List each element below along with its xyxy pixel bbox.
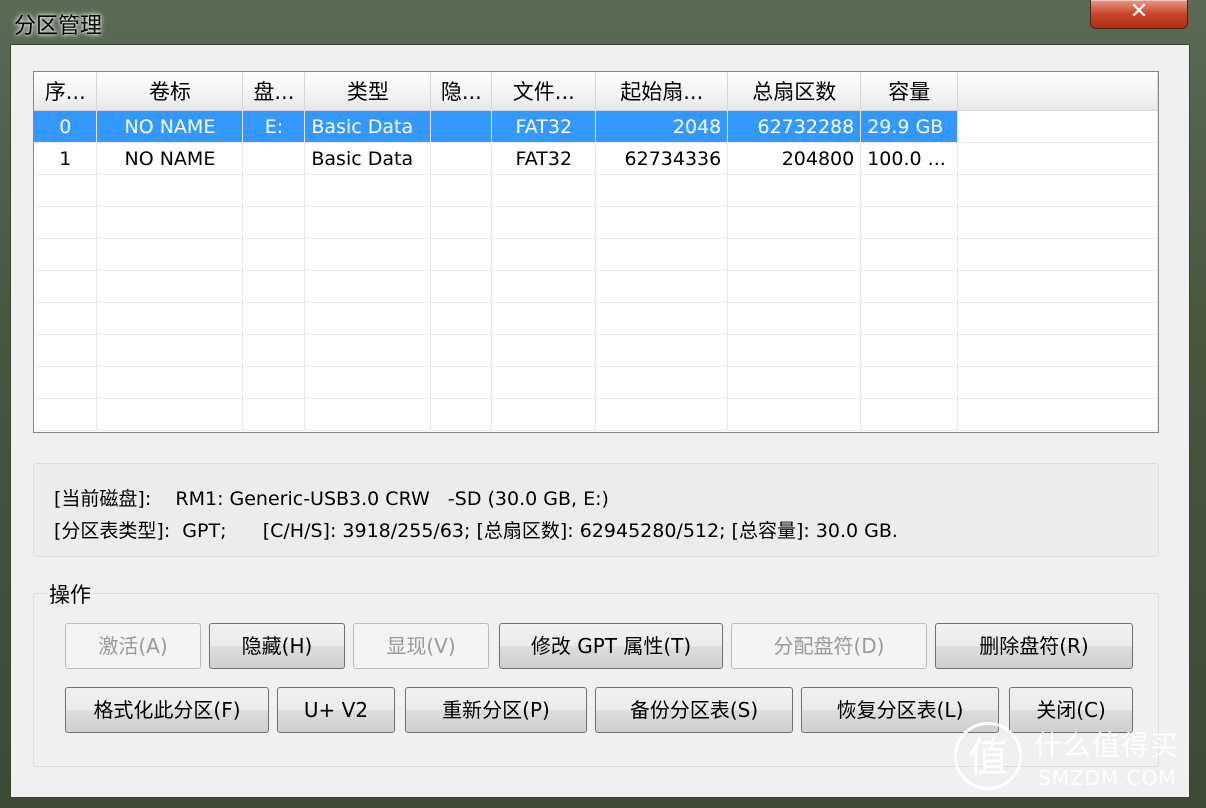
table-row-selected[interactable]: 0 NO NAME E: Basic Data FAT32 2048 62732… (34, 110, 1158, 143)
cell-total-sectors: 204800 (727, 142, 862, 175)
watermark-text: 什么值得买 (1034, 729, 1180, 762)
format-partition-button[interactable]: 格式化此分区(F) (65, 687, 269, 733)
cell-start-sector: 62734336 (595, 142, 729, 175)
actions-group-label: 操作 (47, 579, 93, 609)
empty-row (34, 206, 1158, 239)
empty-row (34, 366, 1158, 399)
repartition-button[interactable]: 重新分区(P) (405, 687, 587, 733)
modify-gpt-attributes-button[interactable]: 修改 GPT 属性(T) (499, 623, 723, 669)
close-window-button[interactable]: ✕ (1090, 0, 1188, 29)
empty-row (34, 334, 1158, 367)
assign-drive-letter-button: 分配盘符(D) (731, 623, 927, 669)
column-header-total-sectors[interactable]: 总扇区数 (727, 72, 862, 111)
cell-filler (957, 110, 1158, 143)
cell-total-sectors: 62732288 (727, 110, 862, 143)
column-header-filler (957, 72, 1158, 111)
cell-type: Basic Data (304, 142, 432, 175)
disk-info-panel: [当前磁盘]: RM1: Generic-USB3.0 CRW -SD (30.… (33, 463, 1159, 557)
table-header-row: 序... 卷标 盘... 类型 隐... 文件... 起始扇... 总扇区数 容… (34, 72, 1158, 111)
table-row[interactable]: 1 NO NAME Basic Data FAT32 62734336 2048… (34, 142, 1158, 175)
column-header-capacity[interactable]: 容量 (860, 72, 959, 111)
cell-drive (242, 142, 306, 175)
hide-button[interactable]: 隐藏(H) (209, 623, 345, 669)
show-button: 显现(V) (353, 623, 489, 669)
uplus-v2-button[interactable]: U+ V2 (277, 687, 395, 733)
empty-row (34, 238, 1158, 271)
column-header-drive[interactable]: 盘... (242, 72, 306, 111)
watermark-logo-icon: 值 (954, 722, 1022, 790)
column-header-type[interactable]: 类型 (304, 72, 432, 111)
cell-filler (957, 142, 1158, 175)
cell-filesystem: FAT32 (491, 142, 597, 175)
watermark-domain: SMZDM.COM (1038, 766, 1177, 790)
cell-index: 1 (34, 142, 98, 175)
empty-row (34, 174, 1158, 207)
cell-label: NO NAME (96, 142, 244, 175)
cell-type: Basic Data (304, 110, 432, 143)
column-header-filesystem[interactable]: 文件... (491, 72, 597, 111)
dialog-client-area: 序... 卷标 盘... 类型 隐... 文件... 起始扇... 总扇区数 容… (10, 44, 1190, 798)
smzdm-watermark: 值 什么值得买 SMZDM.COM (950, 716, 1200, 802)
cell-index: 0 (34, 110, 98, 143)
column-header-index[interactable]: 序... (34, 72, 98, 111)
cell-hidden (430, 142, 493, 175)
window-title: 分区管理 (14, 14, 103, 39)
cell-label: NO NAME (96, 110, 244, 143)
cell-start-sector: 2048 (595, 110, 729, 143)
cell-filesystem: FAT32 (491, 110, 597, 143)
partition-table[interactable]: 序... 卷标 盘... 类型 隐... 文件... 起始扇... 总扇区数 容… (33, 71, 1159, 433)
empty-row (34, 398, 1158, 431)
column-header-hidden[interactable]: 隐... (430, 72, 493, 111)
cell-hidden (430, 110, 493, 143)
activate-button: 激活(A) (65, 623, 201, 669)
column-header-start-sector[interactable]: 起始扇... (595, 72, 729, 111)
partition-manager-window: 分区管理 ✕ 序... 卷标 盘... 类型 隐... 文件... 起始扇...… (0, 0, 1206, 808)
partition-table-info: [分区表类型]: GPT; [C/H/S]: 3918/255/63; [总扇区… (54, 520, 898, 542)
cell-capacity: 29.9 GB (860, 110, 959, 143)
delete-drive-letter-button[interactable]: 删除盘符(R) (935, 623, 1133, 669)
title-bar: 分区管理 ✕ (0, 0, 1206, 44)
close-icon: ✕ (1129, 0, 1149, 24)
empty-row (34, 270, 1158, 303)
column-header-label[interactable]: 卷标 (96, 72, 244, 111)
empty-row (34, 302, 1158, 335)
cell-capacity: 100.0 ... (860, 142, 959, 175)
backup-partition-table-button[interactable]: 备份分区表(S) (595, 687, 793, 733)
current-disk-info: [当前磁盘]: RM1: Generic-USB3.0 CRW -SD (30.… (54, 488, 609, 510)
cell-drive: E: (242, 110, 306, 143)
